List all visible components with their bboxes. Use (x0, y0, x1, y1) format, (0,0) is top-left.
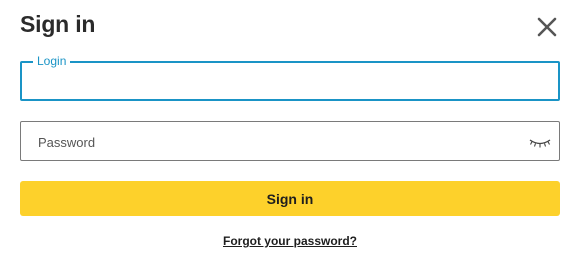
login-input[interactable] (34, 63, 548, 101)
password-field[interactable] (20, 121, 560, 162)
eye-closed-icon (529, 139, 551, 148)
password-input[interactable] (36, 122, 520, 162)
sign-in-button[interactable]: Sign in (20, 181, 560, 216)
close-icon (537, 17, 557, 37)
dialog-title: Sign in (20, 11, 96, 37)
login-field[interactable]: Login (20, 54, 560, 101)
sign-in-dialog: Sign in Login Sign in Forgot your passwo… (0, 0, 580, 255)
show-password-toggle[interactable] (529, 136, 551, 150)
close-button[interactable] (535, 15, 559, 39)
forgot-password-link[interactable]: Forgot your password? (0, 234, 580, 248)
